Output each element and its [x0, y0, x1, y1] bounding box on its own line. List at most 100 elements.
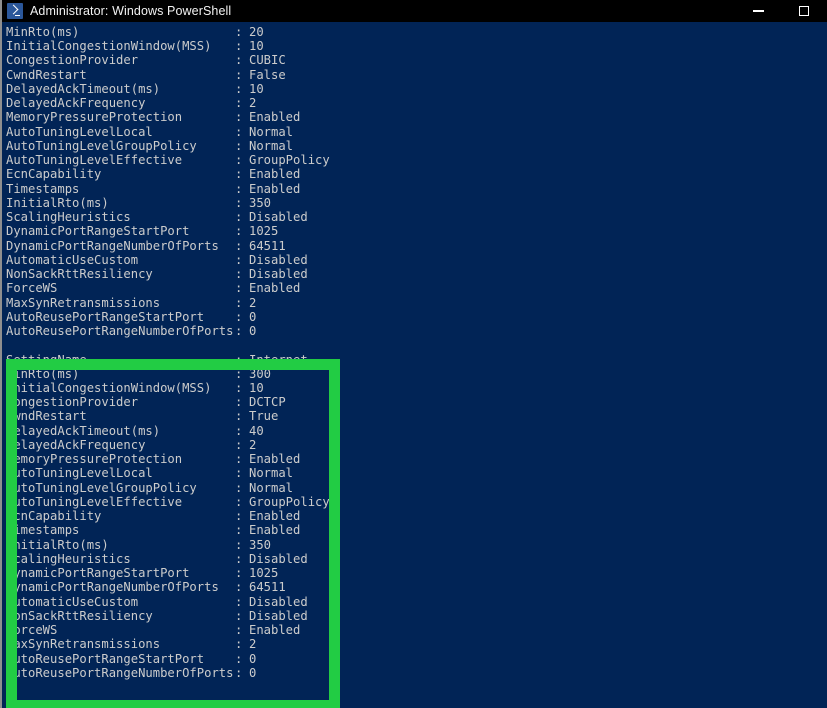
property-value: Disabled	[249, 210, 308, 224]
console-line: ForceWS: Enabled	[6, 623, 300, 637]
property-separator: :	[235, 224, 243, 238]
property-separator: :	[235, 96, 243, 110]
property-name: DelayedAckFrequency	[6, 96, 146, 110]
property-value: Enabled	[249, 167, 301, 181]
property-name: AutoTuningLevelLocal	[6, 466, 153, 480]
property-value: 10	[249, 39, 264, 53]
property-name: AutoTuningLevelEffective	[6, 153, 183, 167]
console-line: NonSackRttResiliency: Disabled	[6, 609, 308, 623]
property-separator: :	[235, 210, 243, 224]
property-separator: :	[235, 182, 243, 196]
minimize-button[interactable]	[735, 0, 781, 22]
property-separator: :	[235, 552, 243, 566]
property-value: 0	[249, 652, 257, 666]
property-value: GroupPolicy	[249, 495, 330, 509]
property-separator: :	[235, 82, 243, 96]
property-name: EcnCapability	[6, 167, 102, 181]
console-line: AutoTuningLevelEffective: GroupPolicy	[6, 153, 330, 167]
property-value: Enabled	[249, 182, 301, 196]
property-separator: :	[235, 409, 243, 423]
console-line: CongestionProvider: CUBIC	[6, 53, 286, 67]
property-value: 2	[249, 438, 257, 452]
property-separator: :	[235, 395, 243, 409]
console-line: AutoTuningLevelLocal: Normal	[6, 125, 293, 139]
console-line: EcnCapability: Enabled	[6, 509, 300, 523]
property-separator: :	[235, 566, 243, 580]
property-value: Disabled	[249, 595, 308, 609]
property-value: 0	[249, 666, 257, 680]
property-name: AutomaticUseCustom	[6, 595, 139, 609]
property-separator: :	[235, 239, 243, 253]
console-line: MemoryPressureProtection: Enabled	[6, 110, 300, 124]
property-separator: :	[235, 39, 243, 53]
property-value: 2	[249, 96, 257, 110]
property-separator: :	[235, 666, 243, 680]
property-separator: :	[235, 281, 243, 295]
console-line: DynamicPortRangeNumberOfPorts:64511	[6, 580, 286, 594]
property-value: 10	[249, 381, 264, 395]
console-line: DelayedAckTimeout(ms):40	[6, 424, 264, 438]
property-separator: :	[235, 495, 243, 509]
property-separator: :	[235, 253, 243, 267]
property-separator: :	[235, 595, 243, 609]
property-name: DynamicPortRangeNumberOfPorts	[6, 239, 219, 253]
property-separator: :	[235, 296, 243, 310]
property-value: Enabled	[249, 452, 301, 466]
property-separator: :	[235, 353, 243, 367]
console-line: CwndRestart: True	[6, 409, 278, 423]
property-value: Enabled	[249, 523, 301, 537]
property-name: DynamicPortRangeStartPort	[6, 566, 190, 580]
property-name: ForceWS	[6, 623, 58, 637]
console-line: Timestamps: Enabled	[6, 523, 300, 537]
property-name: AutoReusePortRangeNumberOfPorts	[6, 324, 234, 338]
property-separator: :	[235, 267, 243, 281]
property-value: 64511	[249, 239, 286, 253]
console-line: MinRto(ms):300	[6, 367, 271, 381]
property-separator: :	[235, 68, 243, 82]
property-value: False	[249, 68, 286, 82]
title-bar[interactable]: Administrator: Windows PowerShell	[2, 0, 827, 22]
console-line: AutoTuningLevelLocal: Normal	[6, 466, 293, 480]
console-line: DynamicPortRangeStartPort:1025	[6, 224, 278, 238]
console-line: CongestionProvider: DCTCP	[6, 395, 286, 409]
property-name: AutoReusePortRangeStartPort	[6, 310, 205, 324]
property-value: 64511	[249, 580, 286, 594]
console-line: AutomaticUseCustom: Disabled	[6, 253, 308, 267]
property-value: Normal	[249, 125, 294, 139]
powershell-icon	[7, 3, 23, 19]
console-line: Timestamps: Enabled	[6, 182, 300, 196]
property-separator: :	[235, 153, 243, 167]
property-separator: :	[235, 324, 243, 338]
console-line: ScalingHeuristics: Disabled	[6, 552, 308, 566]
property-separator: :	[235, 466, 243, 480]
property-name: ScalingHeuristics	[6, 552, 131, 566]
minimize-icon	[752, 10, 764, 12]
property-value: 0	[249, 310, 257, 324]
property-separator: :	[235, 125, 243, 139]
property-value: Normal	[249, 139, 294, 153]
property-name: InitialCongestionWindow(MSS)	[6, 381, 212, 395]
property-separator: :	[235, 438, 243, 452]
property-value: True	[249, 409, 279, 423]
property-name: AutoTuningLevelEffective	[6, 495, 183, 509]
property-value: 0	[249, 324, 257, 338]
property-value: 350	[249, 538, 272, 552]
console-line: AutomaticUseCustom: Disabled	[6, 595, 308, 609]
property-value: Enabled	[249, 509, 301, 523]
console-line: AutoTuningLevelGroupPolicy: Normal	[6, 139, 293, 153]
maximize-button[interactable]	[781, 0, 827, 22]
property-separator: :	[235, 424, 243, 438]
property-separator: :	[235, 609, 243, 623]
property-value: Normal	[249, 481, 294, 495]
property-value: 1025	[249, 224, 279, 238]
property-value: Internet	[249, 353, 308, 367]
powershell-window: Administrator: Windows PowerShell MinRto…	[2, 0, 827, 708]
property-separator: :	[235, 25, 243, 39]
property-name: MinRto(ms)	[6, 367, 80, 381]
property-separator: :	[235, 538, 243, 552]
property-separator: :	[235, 196, 243, 210]
console-output[interactable]: MinRto(ms):20 InitialCongestionWindow(MSS…	[2, 22, 827, 708]
property-separator: :	[235, 53, 243, 67]
console-line: DelayedAckTimeout(ms):10	[6, 82, 264, 96]
property-name: MaxSynRetransmissions	[6, 296, 161, 310]
